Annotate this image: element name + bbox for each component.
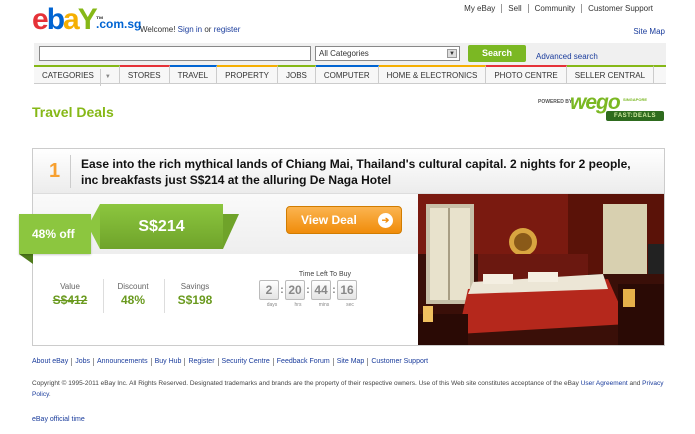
official-time-link[interactable]: eBay official time: [32, 416, 85, 423]
divider: [103, 279, 104, 313]
view-deal-button[interactable]: View Deal ➔: [286, 206, 402, 234]
nav-photo-centre[interactable]: PHOTO CENTRE: [486, 65, 567, 83]
category-nav: CATEGORIES ▼ STORES TRAVEL PROPERTY JOBS …: [34, 65, 666, 86]
deal-title[interactable]: Ease into the rich mythical lands of Chi…: [81, 156, 651, 188]
deal-header: 1 Ease into the rich mythical lands of C…: [33, 149, 664, 194]
discount-tag: 48% off: [19, 214, 91, 254]
footer-link-jobs[interactable]: Jobs: [71, 358, 93, 366]
page-title: Travel Deals: [32, 104, 114, 120]
original-value: S$412: [52, 293, 88, 307]
nav-seller-central[interactable]: SELLER CENTRAL: [566, 65, 655, 83]
discount-stat: Discount 48%: [111, 282, 155, 307]
footer-links: About eBay Jobs Announcements Buy Hub Re…: [32, 358, 665, 366]
site-footer: About eBay Jobs Announcements Buy Hub Re…: [32, 358, 665, 423]
user-agreement-link[interactable]: User Agreement: [581, 380, 628, 387]
divider: [70, 155, 71, 188]
footer-link-feedback[interactable]: Feedback Forum: [272, 358, 333, 366]
powered-by-wego[interactable]: POWERED BY: wego SINGAPORE FAST:DEALS: [538, 91, 668, 123]
my-ebay-link[interactable]: My eBay: [458, 4, 501, 13]
community-link[interactable]: Community: [527, 4, 581, 13]
ebay-logo[interactable]: ebaY™: [32, 5, 104, 35]
dropdown-arrow-icon: ▼: [447, 49, 457, 58]
footer-link-support[interactable]: Customer Support: [367, 358, 431, 366]
nav-jobs[interactable]: JOBS: [277, 65, 316, 83]
value-stat: Value S$412: [52, 282, 88, 307]
timer-hours: 20: [285, 280, 305, 300]
site-map-link[interactable]: Site Map: [633, 27, 665, 36]
footer-link-buy-hub[interactable]: Buy Hub: [150, 358, 185, 366]
sell-link[interactable]: Sell: [501, 4, 527, 13]
nav-travel[interactable]: TRAVEL: [169, 65, 218, 83]
countdown-timer: Time Left To Buy 2 : 20 : 44 : 16 days h…: [259, 271, 401, 308]
deal-card: 1 Ease into the rich mythical lands of C…: [19, 148, 665, 346]
timer-days: 2: [259, 280, 279, 300]
category-select[interactable]: All Categories ▼: [315, 46, 460, 61]
price-ribbon: S$214: [88, 204, 239, 249]
domain-label: .com.sg: [96, 17, 142, 31]
site-header: ebaY™ .com.sg Welcome! Sign in or regist…: [0, 0, 695, 40]
nav-computer[interactable]: COMPUTER: [315, 65, 379, 83]
footer-link-site-map[interactable]: Site Map: [332, 358, 368, 366]
register-link[interactable]: register: [214, 25, 241, 34]
footer-link-announcements[interactable]: Announcements: [93, 358, 151, 366]
search-button[interactable]: Search: [468, 45, 526, 62]
nav-home-electronics[interactable]: HOME & ELECTRONICS: [378, 65, 487, 83]
timer-seconds: 16: [337, 280, 357, 300]
advanced-search-link[interactable]: Advanced search: [536, 52, 598, 61]
hotel-photo[interactable]: [418, 194, 664, 345]
footer-link-register[interactable]: Register: [184, 358, 217, 366]
arrow-right-icon: ➔: [378, 213, 393, 228]
timer-minutes: 44: [311, 280, 331, 300]
savings-stat: Savings S$198: [172, 282, 218, 307]
savings-value: S$198: [177, 293, 213, 307]
footer-link-about[interactable]: About eBay: [32, 358, 71, 366]
hotel-room-image: [418, 194, 664, 345]
nav-categories[interactable]: CATEGORIES ▼: [34, 65, 120, 86]
welcome-text: Welcome! Sign in or register: [140, 25, 241, 34]
discount-value: 48%: [120, 293, 146, 307]
chevron-down-icon[interactable]: ▼: [99, 69, 111, 86]
footer-link-security[interactable]: Security Centre: [217, 358, 273, 366]
copyright-text: Copyright © 1995-2011 eBay Inc. All Righ…: [32, 380, 664, 398]
fast-deals-badge: FAST:DEALS: [606, 111, 664, 121]
sign-in-link[interactable]: Sign in: [178, 25, 202, 34]
deal-rank: 1: [49, 160, 61, 182]
top-links: My eBay Sell Community Customer Support: [458, 4, 659, 13]
nav-stores[interactable]: STORES: [119, 65, 170, 83]
ribbon-fold: [19, 254, 33, 264]
search-bar: All Categories ▼ Search Advanced search: [34, 43, 666, 65]
search-input[interactable]: [39, 46, 311, 61]
nav-property[interactable]: PROPERTY: [217, 65, 278, 83]
divider: [164, 279, 165, 313]
customer-support-link[interactable]: Customer Support: [581, 4, 659, 13]
